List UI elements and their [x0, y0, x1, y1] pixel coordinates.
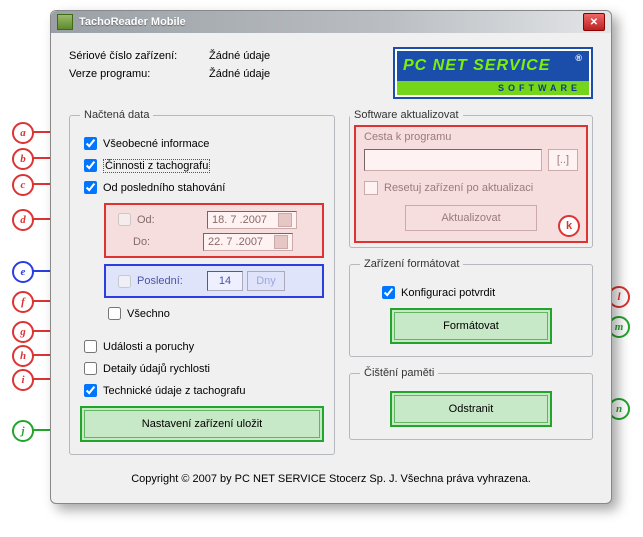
- clear-button-label: Odstranit: [449, 403, 494, 415]
- marker-g: g: [12, 321, 34, 343]
- window-title: TachoReader Mobile: [79, 16, 583, 28]
- format-button-label: Formátovat: [443, 320, 499, 332]
- registered-icon: ®: [575, 51, 583, 63]
- marker-d: d: [12, 209, 34, 231]
- check-all-label: Všechno: [127, 308, 170, 320]
- logo-brand: PC NET SERVICE: [403, 57, 550, 75]
- close-button[interactable]: ✕: [583, 13, 605, 31]
- check-speed-details-label: Detaily údajů rychlosti: [103, 363, 210, 375]
- check-tacho-activities-label: Činnosti z tachografu: [103, 159, 210, 173]
- marker-b: b: [12, 148, 34, 170]
- version-label: Verze programu:: [69, 65, 209, 83]
- marker-k: k: [558, 215, 580, 237]
- update-button-label: Aktualizovat: [441, 212, 500, 224]
- from-date-value: 18. 7 .2007: [212, 211, 267, 229]
- check-from[interactable]: [118, 213, 131, 226]
- date-range-box: Od: 18. 7 .2007 Do: 22. 7 .2007: [104, 203, 324, 258]
- check-all[interactable]: [108, 307, 121, 320]
- close-icon: ✕: [590, 17, 598, 28]
- check-last[interactable]: [118, 275, 131, 288]
- marker-h: h: [12, 345, 34, 367]
- days-unit-button[interactable]: Dny: [247, 271, 285, 291]
- check-general-info-label: Všeobecné informace: [103, 138, 209, 150]
- format-button[interactable]: Formátovat: [394, 312, 548, 340]
- copyright: Copyright © 2007 by PC NET SERVICE Stoce…: [69, 473, 593, 485]
- check-since-last-download[interactable]: [84, 181, 97, 194]
- software-update-group: Software aktualizovat Cesta k programu […: [349, 109, 593, 248]
- chevron-down-icon: [278, 213, 292, 227]
- serial-value: Žádné údaje: [209, 47, 270, 65]
- save-settings-button[interactable]: Nastavení zařízení uložit: [84, 410, 320, 438]
- last-days-value[interactable]: 14: [207, 271, 243, 291]
- marker-f: f: [12, 291, 34, 313]
- update-button[interactable]: Aktualizovat: [405, 205, 537, 231]
- check-events-faults[interactable]: [84, 340, 97, 353]
- save-settings-wrap: Nastavení zařízení uložit: [80, 406, 324, 442]
- loaded-data-group: Načtená data Všeobecné informace Činnost…: [69, 109, 335, 455]
- check-confirm-config-label: Konfiguraci potvrdit: [401, 287, 495, 299]
- loaded-data-legend: Načtená data: [80, 109, 153, 121]
- check-tacho-activities[interactable]: [84, 159, 97, 172]
- program-path-label: Cesta k programu: [364, 131, 578, 143]
- last-days-box: Poslední: 14 Dny: [104, 264, 324, 298]
- format-device-group: Zařízení formátovat Konfiguraci potvrdit…: [349, 258, 593, 357]
- check-since-last-download-label: Od posledního stahování: [103, 182, 225, 194]
- from-label: Od:: [137, 214, 207, 226]
- check-confirm-config[interactable]: [382, 286, 395, 299]
- check-reset-after-update[interactable]: [364, 181, 378, 195]
- to-label: Do:: [133, 236, 203, 248]
- format-device-legend: Zařízení formátovat: [360, 258, 463, 270]
- check-events-faults-label: Události a poruchy: [103, 341, 194, 353]
- logo: PC NET SERVICE ® SOFTWARE: [393, 47, 593, 99]
- browse-button[interactable]: [..]: [548, 149, 578, 171]
- to-date-value: 22. 7 .2007: [208, 233, 263, 251]
- window: TachoReader Mobile ✕ Sériové číslo zaříz…: [50, 10, 612, 504]
- device-info: Sériové číslo zařízení: Žádné údaje Verz…: [69, 47, 393, 99]
- software-update-legend: Software aktualizovat: [350, 109, 463, 121]
- save-settings-label: Nastavení zařízení uložit: [142, 418, 262, 430]
- program-path-input[interactable]: [364, 149, 542, 171]
- logo-sub: SOFTWARE: [397, 81, 589, 95]
- content: Sériové číslo zařízení: Žádné údaje Verz…: [51, 33, 611, 491]
- to-date[interactable]: 22. 7 .2007: [203, 233, 293, 251]
- marker-i: i: [12, 369, 34, 391]
- clear-button[interactable]: Odstranit: [394, 395, 548, 423]
- marker-j: j: [12, 420, 34, 442]
- clear-memory-group: Čištění paměti Odstranit: [349, 367, 593, 440]
- marker-a: a: [12, 122, 34, 144]
- check-speed-details[interactable]: [84, 362, 97, 375]
- version-value: Žádné údaje: [209, 65, 270, 83]
- check-reset-after-update-label: Resetuj zařízení po aktualizaci: [384, 182, 533, 194]
- serial-label: Sériové číslo zařízení:: [69, 47, 209, 65]
- from-date[interactable]: 18. 7 .2007: [207, 211, 297, 229]
- titlebar: TachoReader Mobile ✕: [51, 11, 611, 33]
- chevron-down-icon: [274, 235, 288, 249]
- app-icon: [57, 14, 73, 30]
- last-label: Poslední:: [137, 275, 207, 287]
- clear-memory-legend: Čištění paměti: [360, 367, 438, 379]
- check-technical-data-label: Technické údaje z tachografu: [103, 385, 245, 397]
- marker-e: e: [12, 261, 34, 283]
- marker-c: c: [12, 174, 34, 196]
- check-general-info[interactable]: [84, 137, 97, 150]
- browse-label: [..]: [557, 154, 569, 166]
- check-technical-data[interactable]: [84, 384, 97, 397]
